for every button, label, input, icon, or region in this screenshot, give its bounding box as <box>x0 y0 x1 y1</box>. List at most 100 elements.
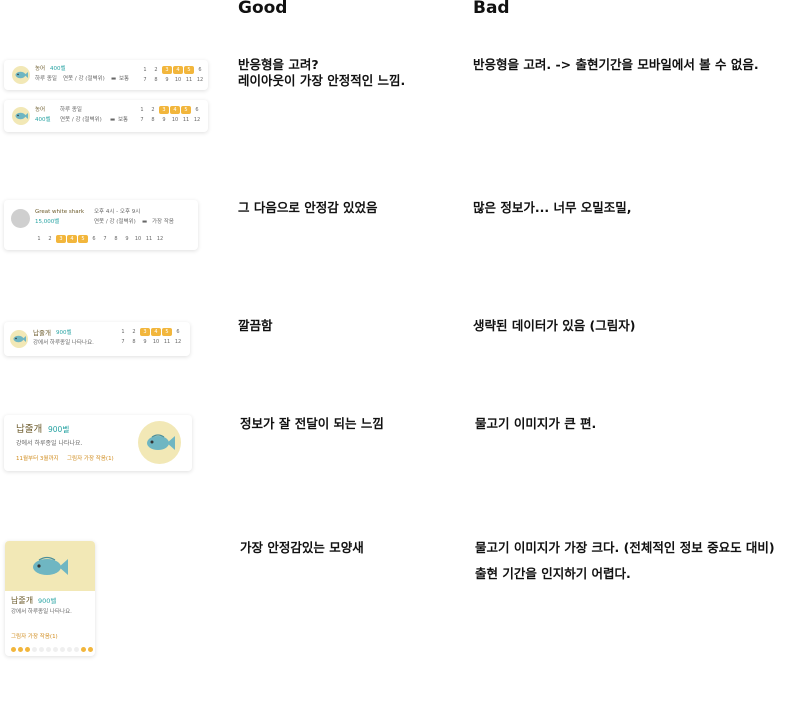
fish-shadow: 보통 <box>119 76 130 82</box>
month-7: 7 <box>121 339 125 345</box>
fish-description: 강에서 하루종일 나타나요. <box>33 340 94 346</box>
month-2: 2 <box>48 236 52 242</box>
good-note-4: 정보가 잘 전달이 되는 느낌 <box>240 416 384 431</box>
bad-note-3: 생략된 데이터가 있음 (그림자) <box>473 318 636 333</box>
month-2: 2 <box>151 107 155 113</box>
month-dot-6 <box>46 647 51 652</box>
month-dot-4 <box>32 647 37 652</box>
fish-image-area <box>5 541 95 591</box>
fish-card-variant-6[interactable]: 납줄개 900벨 강에서 하루종일 나타나요. 그림자 가장 작음(1) <box>5 541 95 656</box>
fish-badge <box>138 421 181 464</box>
fish-place: 연못 / 강 (절벽위) <box>60 117 102 123</box>
month-10: 10 <box>174 77 182 83</box>
month-6: 6 <box>92 236 96 242</box>
fish-place: 연못 / 강 (절벽위) <box>94 219 136 225</box>
month-10: 10 <box>134 236 142 242</box>
fish-card-variant-3[interactable]: Great white shark 15,000벨 오후 4시 - 오후 9시 … <box>4 200 198 250</box>
fish-icon <box>147 434 175 450</box>
month-3: 3 <box>162 66 172 74</box>
month-5: 5 <box>162 328 172 336</box>
fish-shadow: 보통 <box>118 117 129 123</box>
fish-badge <box>10 330 28 348</box>
fish-name: 납줄개 <box>11 596 34 605</box>
month-3: 3 <box>159 106 169 114</box>
fish-price: 400벨 <box>35 117 51 123</box>
fish-price: 900벨 <box>48 425 70 434</box>
month-12: 12 <box>193 117 201 123</box>
fish-name: 농어 <box>35 107 46 113</box>
fish-badge <box>12 66 30 84</box>
month-4: 4 <box>170 106 180 114</box>
month-9: 9 <box>165 77 169 83</box>
month-2: 2 <box>132 329 136 335</box>
month-dot-1 <box>11 647 16 652</box>
fish-time: 하루 종일 <box>35 76 57 82</box>
month-9: 9 <box>162 117 166 123</box>
fish-badge <box>12 107 30 125</box>
fish-name: 농어 <box>35 66 46 72</box>
fish-name: 납줄개 <box>16 424 43 435</box>
month-1: 1 <box>121 329 125 335</box>
good-note-1: 반응형을 고려? 레이아웃이 가장 안정적인 느낌. <box>238 57 406 88</box>
month-dot-3 <box>25 647 30 652</box>
fish-shadow: 그림자 가장 작음(1) <box>11 634 58 640</box>
fish-icon <box>33 556 68 575</box>
month-1: 1 <box>37 236 41 242</box>
month-6: 6 <box>198 67 202 73</box>
fish-icon <box>15 112 28 120</box>
fish-card-variant-1[interactable]: 농어 400벨 하루 종일 연못 / 강 (절벽위) ▬ 보통 12345678… <box>4 60 208 90</box>
month-8: 8 <box>151 117 155 123</box>
month-6: 6 <box>195 107 199 113</box>
fish-card-variant-4[interactable]: 납줄개 900벨 강에서 하루종일 나타나요. 1 2 3 4 5 6 7 8 9 10 11 12 <box>4 322 190 356</box>
month-11: 11 <box>145 236 153 242</box>
month-3: 3 <box>140 328 150 336</box>
fish-icon <box>13 335 26 343</box>
month-grid: 1 2 3 4 5 6 7 8 9 10 11 12 <box>118 328 183 346</box>
fish-price: 400벨 <box>50 66 66 72</box>
month-dot-10 <box>74 647 79 652</box>
fish-shadow-icon: ▬ <box>142 219 148 225</box>
month-dot-8 <box>60 647 65 652</box>
fish-description: 강에서 하루종일 나타나요. <box>11 609 72 615</box>
month-9: 9 <box>143 339 147 345</box>
good-column-header: Good <box>238 0 288 18</box>
fish-name: 납줄개 <box>33 329 51 337</box>
fish-icon <box>15 71 28 79</box>
month-dot-11 <box>81 647 86 652</box>
month-4: 4 <box>151 328 161 336</box>
month-grid: 1 2 3 4 5 6 7 8 9 10 11 12 <box>137 106 202 124</box>
month-grid: 1 2 3 4 5 6 7 8 9 10 11 12 <box>140 66 205 84</box>
month-12: 12 <box>174 339 182 345</box>
fish-price: 900벨 <box>56 330 72 336</box>
fish-card-variant-2[interactable]: 농어 400벨 하루 종일 연못 / 강 (절벽위) ▬ 보통 12345678… <box>4 100 208 132</box>
fish-season: 11월부터 3월까지 <box>16 456 59 462</box>
month-1: 1 <box>143 67 147 73</box>
good-note-2: 그 다음으로 안정감 있었음 <box>238 200 378 215</box>
fish-description: 강에서 하루종일 나타나요. <box>16 440 83 447</box>
month-5: 5 <box>181 106 191 114</box>
month-dots <box>11 647 93 652</box>
good-note-5: 가장 안정감있는 모양새 <box>240 540 364 555</box>
month-7: 7 <box>140 117 144 123</box>
month-7: 7 <box>143 77 147 83</box>
month-5: 5 <box>184 66 194 74</box>
month-9: 9 <box>125 236 129 242</box>
bad-note-1: 반응형을 고려. -> 출현기간을 모바일에서 볼 수 없음. <box>473 57 759 72</box>
month-10: 10 <box>171 117 179 123</box>
fish-place: 연못 / 강 (절벽위) <box>63 76 105 82</box>
fish-card-variant-5[interactable]: 납줄개 900벨 강에서 하루종일 나타나요. 11월부터 3월까지 그림자 가… <box>4 415 192 471</box>
month-1: 1 <box>140 107 144 113</box>
fish-price: 900벨 <box>38 597 57 605</box>
fish-time: 오후 4시 - 오후 9시 <box>94 209 141 215</box>
month-11: 11 <box>163 339 171 345</box>
month-dot-9 <box>67 647 72 652</box>
fish-shadow: 가장 작음 <box>152 219 174 225</box>
good-note-3: 깔끔함 <box>238 318 273 333</box>
month-4: 4 <box>67 235 77 243</box>
month-5: 5 <box>78 235 88 243</box>
bad-note-5: 물고기 이미지가 가장 크다. (전체적인 정보 중요도 대비) 출현 기간을 … <box>475 540 775 581</box>
month-2: 2 <box>154 67 158 73</box>
month-12: 12 <box>156 236 164 242</box>
month-4: 4 <box>173 66 183 74</box>
month-7: 7 <box>103 236 107 242</box>
